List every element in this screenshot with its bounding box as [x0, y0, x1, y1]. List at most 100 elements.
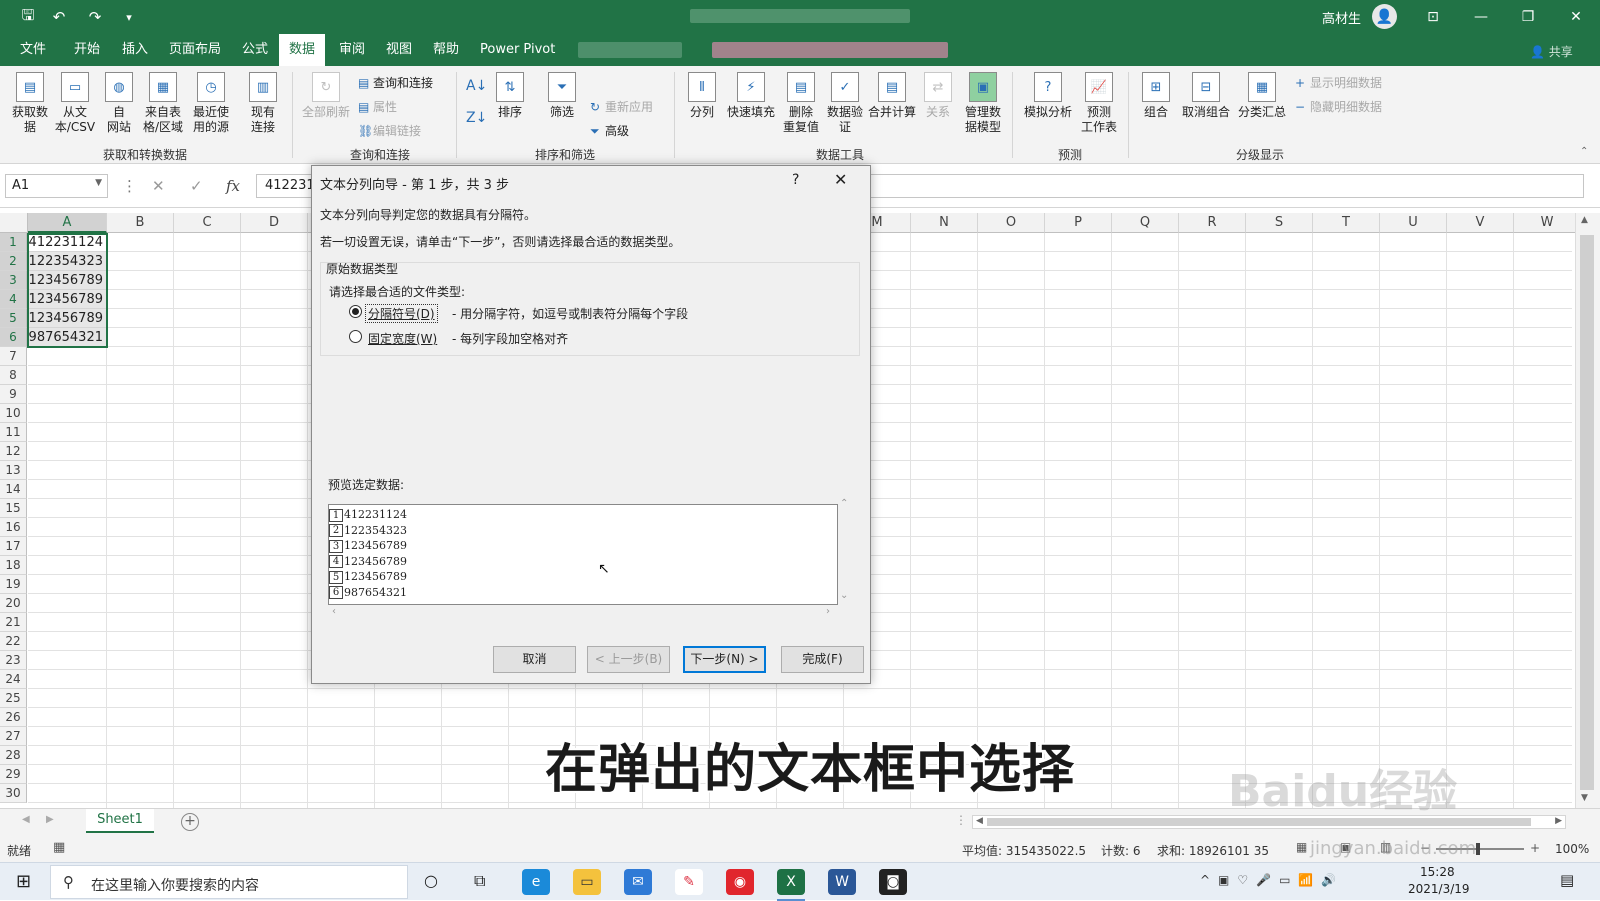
row-header-30[interactable]: 30	[0, 784, 27, 803]
excel-icon[interactable]: X	[777, 869, 805, 895]
avatar[interactable]: 👤	[1372, 4, 1397, 29]
subtotal-button[interactable]: ▦ 分类汇总	[1236, 72, 1288, 120]
flash-fill-button[interactable]: ⚡ 快速填充	[724, 72, 778, 120]
column-header-o[interactable]: O	[978, 213, 1045, 233]
tab-review[interactable]: 审阅	[337, 34, 367, 66]
column-header-q[interactable]: Q	[1112, 213, 1179, 233]
insert-function-icon[interactable]: fx	[226, 177, 240, 195]
row-header-22[interactable]: 22	[0, 632, 27, 651]
group-button[interactable]: ⊞ 组合	[1138, 72, 1174, 120]
row-header-23[interactable]: 23	[0, 651, 27, 670]
zoom-in-icon[interactable]: +	[1530, 841, 1540, 855]
zoom-level[interactable]: 100%	[1555, 842, 1589, 856]
row-header-10[interactable]: 10	[0, 404, 27, 423]
enter-formula-icon[interactable]: ✓	[190, 177, 203, 195]
ribbon-display-icon[interactable]: ⊡	[1418, 5, 1448, 29]
sort-asc-icon[interactable]: A↓	[466, 78, 487, 94]
forecast-sheet-button[interactable]: 📈 预测 工作表	[1078, 72, 1120, 135]
clock-date[interactable]: 2021/3/19	[1408, 882, 1470, 896]
column-header-a[interactable]: A	[28, 213, 107, 233]
tab-page-layout[interactable]: 页面布局	[167, 34, 223, 66]
vertical-scrollbar[interactable]: ▲ ▼	[1575, 213, 1600, 808]
queries-button[interactable]: ▤ 查询和连接	[358, 74, 433, 91]
from-table-button[interactable]: ▦ 来自表 格/区域	[140, 72, 186, 135]
fixed-width-radio[interactable]	[349, 330, 362, 343]
h-scroll-thumb[interactable]	[987, 818, 1531, 826]
column-header-w[interactable]: W	[1514, 213, 1581, 233]
ungroup-button[interactable]: ⊟ 取消组合	[1178, 72, 1234, 120]
what-if-analysis-button[interactable]: ? 模拟分析	[1020, 72, 1076, 120]
tab-help[interactable]: 帮助	[431, 34, 461, 66]
edge-icon[interactable]: e	[522, 869, 550, 895]
sheet-tab-sheet1[interactable]: Sheet1	[86, 809, 154, 833]
row-header-27[interactable]: 27	[0, 727, 27, 746]
row-header-24[interactable]: 24	[0, 670, 27, 689]
hide-detail-button[interactable]: − 隐藏明细数据	[1295, 98, 1382, 115]
text-to-columns-button[interactable]: ⫴ 分列	[684, 72, 720, 120]
scroll-right-icon[interactable]: ▶	[1555, 816, 1562, 826]
tab-home[interactable]: 开始	[72, 34, 102, 66]
row-header-26[interactable]: 26	[0, 708, 27, 727]
scroll-left-icon[interactable]: ◀	[976, 816, 983, 826]
mail-icon[interactable]: ✉	[624, 869, 652, 895]
relationships-button[interactable]: ⇄ 关系	[922, 72, 954, 120]
preview-scroll-up-icon[interactable]: ⌃	[840, 498, 848, 509]
row-header-9[interactable]: 9	[0, 385, 27, 404]
row-header-7[interactable]: 7	[0, 347, 27, 366]
row-header-21[interactable]: 21	[0, 613, 27, 632]
row-header-18[interactable]: 18	[0, 556, 27, 575]
column-header-b[interactable]: B	[107, 213, 174, 233]
file-explorer-icon[interactable]: ▭	[573, 869, 601, 895]
consolidate-button[interactable]: ▤ 合并计算	[866, 72, 918, 120]
recent-sources-button[interactable]: ◷ 最近使 用的源	[188, 72, 234, 135]
close-icon[interactable]: ✕	[834, 170, 847, 189]
cortana-icon[interactable]: ○	[424, 871, 438, 890]
task-view-icon[interactable]: ⧉	[474, 871, 485, 891]
from-text-button[interactable]: ▭ 从文 本/CSV	[52, 72, 98, 135]
column-header-t[interactable]: T	[1313, 213, 1380, 233]
manage-data-model-button[interactable]: ▣ 管理数 据模型	[962, 72, 1004, 135]
fixed-width-option-label[interactable]: 固定宽度(W)	[368, 330, 437, 347]
scroll-thumb[interactable]	[1580, 235, 1594, 790]
reapply-button[interactable]: ↻ 重新应用	[590, 98, 653, 115]
from-web-button[interactable]: ◍ 自 网站	[102, 72, 136, 135]
tab-split-handle[interactable]: ⋮	[955, 813, 967, 827]
delimited-radio[interactable]	[349, 305, 362, 318]
row-header-11[interactable]: 11	[0, 423, 27, 442]
share-button[interactable]: 👤 共享	[1530, 43, 1573, 60]
refresh-all-button[interactable]: ↻ 全部刷新	[300, 72, 352, 120]
taskbar-search-box[interactable]: ⚲ 在这里输入你要搜索的内容	[50, 865, 408, 899]
row-header-20[interactable]: 20	[0, 594, 27, 613]
cancel-button[interactable]: 取消	[493, 646, 576, 673]
tab-formulas[interactable]: 公式	[240, 34, 270, 66]
sort-button[interactable]: ⇅ 排序	[492, 72, 528, 120]
sort-desc-icon[interactable]: Z↓	[466, 110, 487, 126]
redo-icon[interactable]: ↷	[84, 6, 106, 28]
advanced-filter-button[interactable]: ⏷ 高级	[590, 122, 629, 139]
column-header-c[interactable]: C	[174, 213, 241, 233]
tab-view[interactable]: 视图	[384, 34, 414, 66]
paint-icon[interactable]: ✎	[675, 869, 703, 895]
restore-icon[interactable]: ❐	[1513, 5, 1543, 29]
row-header-17[interactable]: 17	[0, 537, 27, 556]
name-box[interactable]: A1 ▼	[5, 174, 108, 198]
properties-button[interactable]: ▤ 属性	[358, 98, 397, 115]
system-tray-icons[interactable]: ^▣♡🎤▭📶🔊	[1200, 873, 1344, 887]
row-header-16[interactable]: 16	[0, 518, 27, 537]
column-header-r[interactable]: R	[1179, 213, 1246, 233]
existing-connections-button[interactable]: ▥ 现有 连接	[245, 72, 281, 135]
tab-file[interactable]: 文件	[18, 34, 48, 66]
edit-links-button[interactable]: ⛓编辑链接	[358, 122, 421, 139]
remove-duplicates-button[interactable]: ▤ 删除 重复值	[780, 72, 822, 135]
word-icon[interactable]: W	[828, 869, 856, 895]
prev-sheet-icon[interactable]: ◀	[22, 814, 30, 825]
row-header-8[interactable]: 8	[0, 366, 27, 385]
select-all-corner[interactable]	[0, 213, 28, 233]
filter-button[interactable]: ⏷ 筛选	[544, 72, 580, 120]
windows-start-icon[interactable]: ⊞	[16, 871, 31, 892]
finish-button[interactable]: 完成(F)	[781, 646, 864, 673]
row-header-29[interactable]: 29	[0, 765, 27, 784]
collapse-ribbon-icon[interactable]: ⌃	[1580, 146, 1588, 157]
tab-power-pivot[interactable]: Power Pivot	[478, 34, 557, 66]
data-validation-button[interactable]: ✓ 数据验 证	[824, 72, 866, 135]
